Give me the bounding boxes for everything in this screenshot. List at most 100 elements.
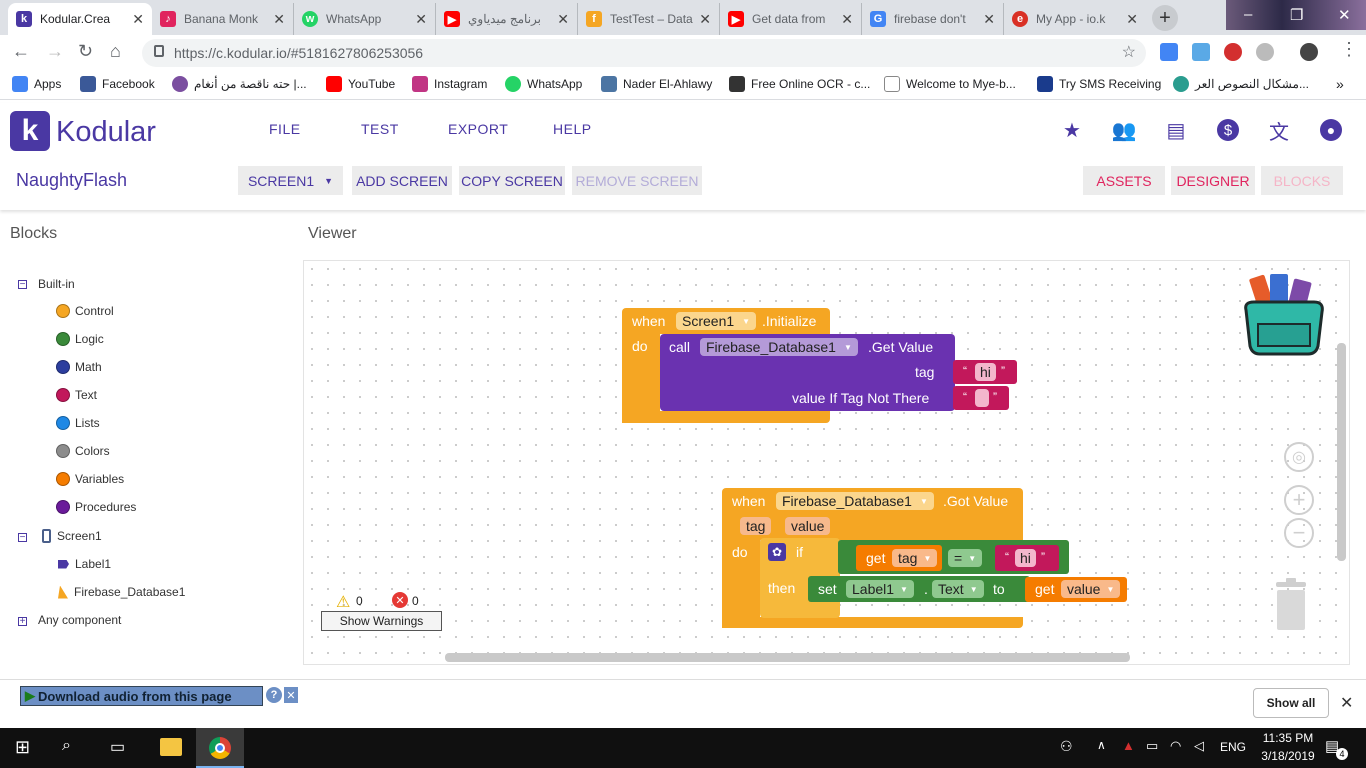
bookmark-sms[interactable]: Try SMS Receiving — [1037, 76, 1161, 92]
mutator-gear-icon[interactable]: ✿ — [768, 543, 786, 561]
library-books-icon[interactable]: ▤ — [1165, 119, 1187, 142]
set-property-dropdown[interactable]: Text ▼ — [932, 580, 984, 598]
category-math[interactable]: Math — [56, 360, 102, 374]
close-icon[interactable]: ✕ — [273, 11, 285, 28]
close-icon[interactable]: ✕ — [132, 11, 144, 28]
volume-icon[interactable]: ◁ — [1194, 738, 1204, 754]
brand-name[interactable]: Kodular — [56, 116, 156, 149]
menu-kebab-icon[interactable]: ⋮ — [1340, 39, 1358, 60]
bookmark-anghami[interactable]: حته ناقصة من أنغام |... — [172, 76, 307, 92]
chevron-up-icon[interactable]: ∧ — [1097, 738, 1106, 752]
category-control[interactable]: Control — [56, 304, 114, 318]
close-window-icon[interactable]: ✕ — [1338, 6, 1351, 24]
people-icon[interactable]: ⚇ — [1060, 738, 1073, 755]
menu-export[interactable]: EXPORT — [448, 121, 508, 137]
new-tab-button[interactable]: + — [1152, 5, 1178, 31]
tab-youtube-arabic[interactable]: ▶ برنامج ميدياوي ✕ — [436, 3, 578, 35]
close-icon[interactable]: ✕ — [699, 11, 711, 28]
close-icon[interactable]: ✕ — [415, 11, 427, 28]
tree-screen1[interactable]: Screen1 — [42, 529, 102, 543]
tab-banana-monk[interactable]: ♪ Banana Monk ✕ — [152, 3, 294, 35]
tff-extension-icon[interactable] — [1192, 43, 1210, 61]
close-download-bar-icon[interactable]: ✕ — [1340, 693, 1353, 713]
close-icon[interactable]: ✕ — [983, 11, 995, 28]
backpack-icon[interactable] — [1240, 272, 1328, 358]
maximize-icon[interactable]: ❐ — [1290, 6, 1303, 24]
tree-label1[interactable]: Label1 — [58, 557, 111, 571]
set-component-dropdown[interactable]: Label1 ▼ — [846, 580, 914, 598]
get-var-dropdown[interactable]: tag ▼ — [892, 549, 938, 567]
adblock-extension-icon[interactable] — [1224, 43, 1242, 61]
recenter-icon[interactable]: ◎ — [1284, 442, 1314, 472]
battery-icon[interactable]: ▭ — [1146, 738, 1158, 754]
blocks-button[interactable]: BLOCKS — [1261, 166, 1343, 195]
wifi-icon[interactable]: ◠ — [1170, 738, 1181, 754]
back-icon[interactable]: ← — [12, 41, 30, 62]
close-icon[interactable]: ✕ — [841, 11, 853, 28]
menu-file[interactable]: FILE — [269, 121, 301, 137]
close-icon[interactable]: ✕ — [1126, 11, 1138, 28]
featured-star-icon[interactable]: ★ — [1061, 119, 1083, 142]
account-icon[interactable]: ● — [1320, 119, 1342, 141]
bookmark-mye-b[interactable]: Welcome to Mye-b... — [884, 76, 1016, 92]
translate-icon[interactable]: 文 — [1268, 119, 1290, 144]
dollar-icon[interactable]: $ — [1217, 119, 1239, 141]
tree-firebase[interactable]: Firebase_Database1 — [58, 585, 185, 599]
expand-any-component-icon[interactable]: + — [18, 616, 27, 626]
bookmark-instagram[interactable]: Instagram — [412, 76, 487, 92]
remove-screen-button[interactable]: REMOVE SCREEN — [572, 166, 702, 195]
tray-app-icon[interactable]: ▲ — [1122, 738, 1135, 753]
bookmark-arabic-text[interactable]: مشكال النصوص العر... — [1173, 76, 1309, 92]
text-value-hi[interactable]: hi — [975, 363, 996, 381]
bookmark-facebook[interactable]: Facebook — [80, 76, 155, 92]
tab-my-app[interactable]: e My App - io.k ✕ — [1004, 3, 1146, 35]
category-lists[interactable]: Lists — [56, 416, 100, 430]
tab-get-data[interactable]: ▶ Get data from ✕ — [720, 3, 862, 35]
show-all-button[interactable]: Show all — [1253, 688, 1329, 718]
community-people-icon[interactable]: 👥 — [1112, 119, 1137, 142]
param-tag[interactable]: tag — [740, 517, 772, 535]
menu-test[interactable]: TEST — [361, 121, 399, 137]
bookmark-star-icon[interactable]: ☆ — [1122, 42, 1136, 62]
category-variables[interactable]: Variables — [56, 472, 124, 486]
profile-avatar-icon[interactable] — [1300, 43, 1318, 61]
minimize-icon[interactable]: – — [1244, 6, 1252, 23]
component-dropdown[interactable]: Screen1 ▼ — [676, 312, 757, 330]
clock-date[interactable]: 3/18/2019 — [1256, 749, 1320, 763]
help-icon[interactable]: ? — [266, 687, 282, 703]
category-logic[interactable]: Logic — [56, 332, 104, 346]
tab-firebase-testtest[interactable]: f TestTest – Data ✕ — [578, 3, 720, 35]
search-icon[interactable]: ⌕ — [62, 737, 71, 755]
forward-icon[interactable]: → — [46, 41, 64, 62]
collapse-builtin-icon[interactable]: − — [18, 279, 27, 289]
download-audio-button[interactable]: ▶ Download audio from this page — [20, 686, 263, 706]
language-indicator[interactable]: ENG — [1220, 740, 1246, 754]
clock-time[interactable]: 11:35 PM — [1256, 731, 1320, 745]
add-screen-button[interactable]: ADD SCREEN — [352, 166, 452, 195]
tab-google-firebase[interactable]: G firebase don't ✕ — [862, 3, 1004, 35]
bookmark-whatsapp[interactable]: WhatsApp — [505, 76, 582, 92]
close-icon[interactable]: ✕ — [557, 11, 569, 28]
assets-button[interactable]: ASSETS — [1083, 166, 1165, 195]
bookmark-nader[interactable]: Nader El-Ahlawy — [601, 76, 712, 92]
show-warnings-button[interactable]: Show Warnings — [321, 611, 442, 631]
reload-icon[interactable]: ↻ — [78, 41, 93, 62]
get-var-dropdown[interactable]: value ▼ — [1061, 580, 1121, 598]
category-colors[interactable]: Colors — [56, 444, 110, 458]
zoom-in-icon[interactable]: + — [1284, 485, 1314, 515]
chrome-taskbar-button[interactable] — [196, 728, 244, 768]
windows-start-icon[interactable]: ⊞ — [15, 737, 30, 758]
call-component-dropdown[interactable]: Firebase_Database1 ▼ — [700, 338, 858, 356]
address-bar[interactable]: https://c.kodular.io/#5181627806253056 ☆ — [142, 39, 1146, 67]
home-icon[interactable]: ⌂ — [110, 41, 121, 62]
task-view-icon[interactable]: ▭ — [110, 737, 125, 757]
close-icon[interactable]: ✕ — [284, 687, 298, 703]
bookmark-youtube[interactable]: YouTube — [326, 76, 395, 92]
text-value-empty[interactable] — [975, 389, 989, 407]
collapse-screen-icon[interactable]: − — [18, 532, 27, 542]
translate-extension-icon[interactable] — [1160, 43, 1178, 61]
block-extension-icon[interactable] — [1256, 43, 1274, 61]
file-explorer-icon[interactable] — [160, 738, 182, 756]
screen-select[interactable]: SCREEN1 ▼ — [238, 166, 343, 195]
menu-help[interactable]: HELP — [553, 121, 592, 137]
